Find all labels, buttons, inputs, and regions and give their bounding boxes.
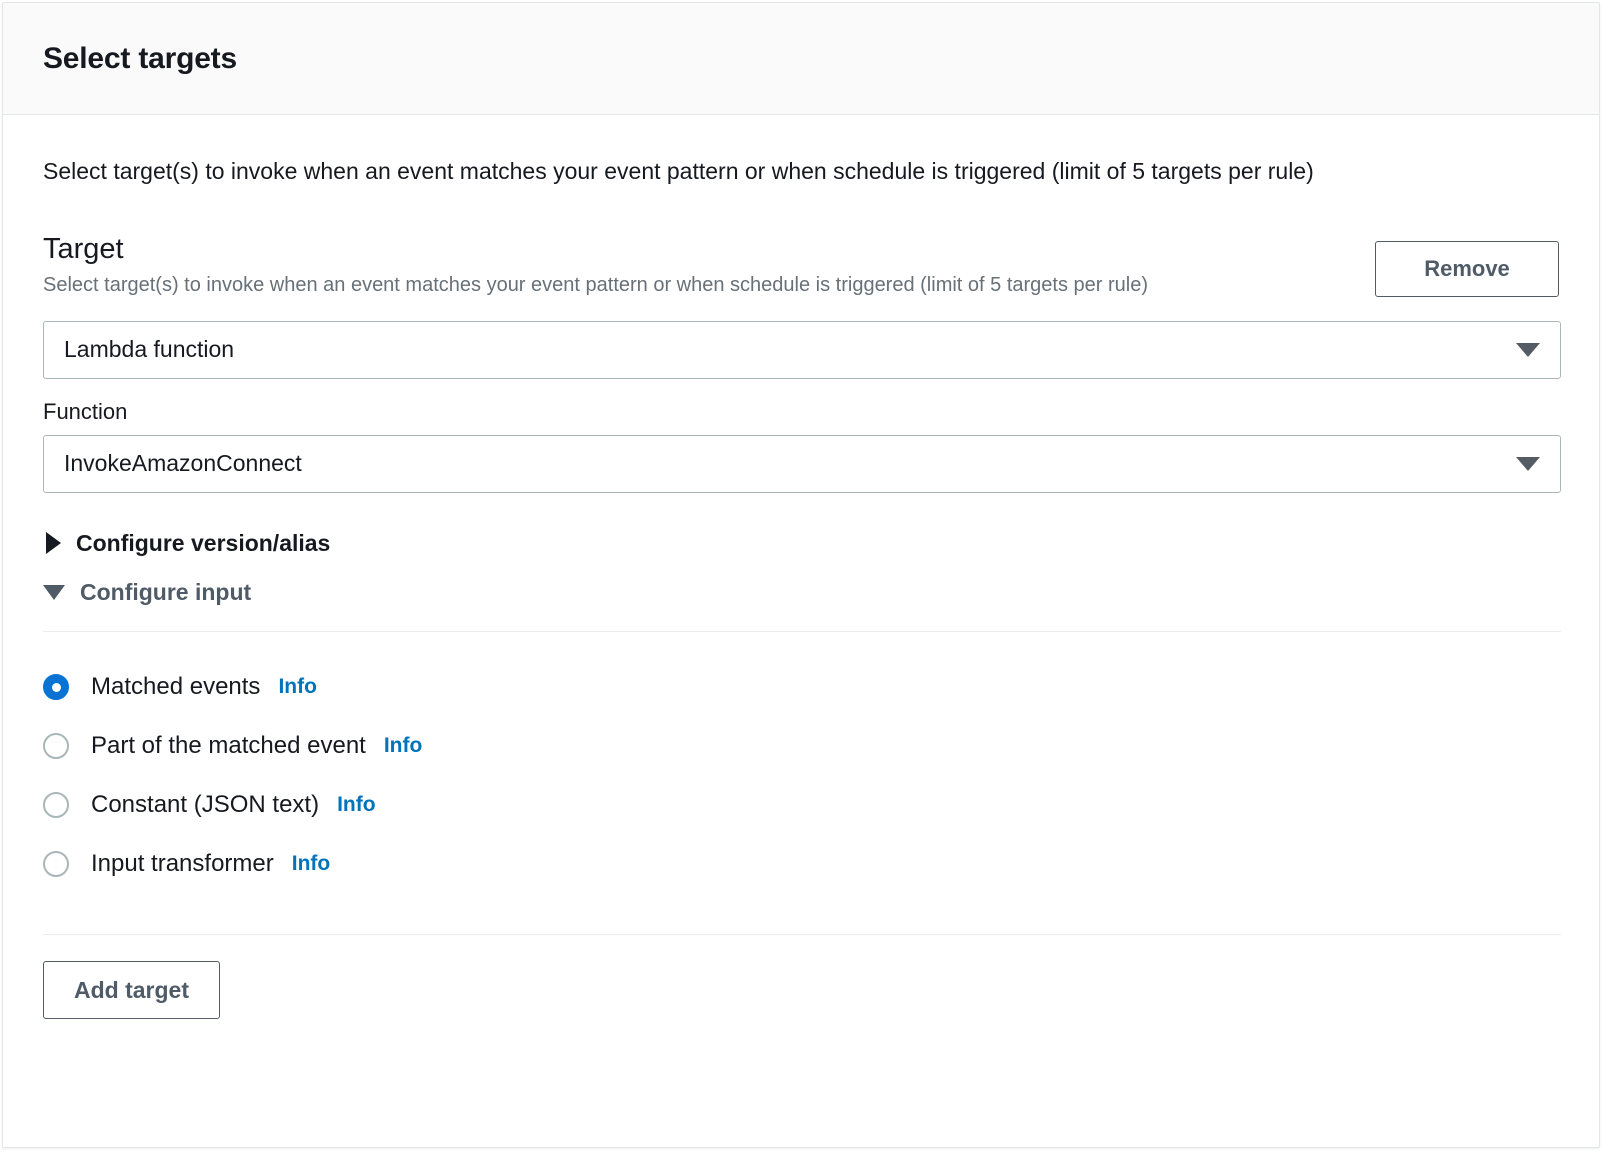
target-heading: Target bbox=[43, 233, 124, 266]
radio-label: Part of the matched event bbox=[91, 732, 366, 760]
add-target-row: Add target bbox=[43, 935, 1559, 1019]
configure-input-toggle[interactable]: Configure input bbox=[43, 572, 1559, 613]
info-link[interactable]: Info bbox=[292, 852, 330, 876]
radio-indicator[interactable] bbox=[43, 674, 69, 701]
target-type-select[interactable]: Lambda function bbox=[43, 320, 1561, 379]
info-link[interactable]: Info bbox=[278, 675, 316, 699]
radio-option-input-transformer[interactable]: Input transformer Info bbox=[43, 835, 1559, 894]
input-options-radio-group: Matched events Info Part of the matched … bbox=[43, 658, 1559, 894]
configure-input-divider bbox=[43, 630, 1561, 632]
configure-version-alias-toggle[interactable]: Configure version/alias bbox=[43, 523, 1559, 564]
triangle-down-icon bbox=[43, 584, 65, 600]
configure-input-label: Configure input bbox=[80, 578, 252, 605]
radio-label: Constant (JSON text) bbox=[91, 791, 320, 819]
target-description: Select target(s) to invoke when an event… bbox=[43, 274, 1148, 297]
chevron-down-icon bbox=[1516, 342, 1540, 357]
card-header: Select targets bbox=[3, 3, 1599, 115]
page-title: Select targets bbox=[43, 41, 237, 75]
radio-indicator[interactable] bbox=[43, 733, 69, 760]
target-header-row: Target Select target(s) to invoke when a… bbox=[43, 233, 1559, 300]
target-header-text: Target Select target(s) to invoke when a… bbox=[43, 233, 1148, 300]
intro-description: Select target(s) to invoke when an event… bbox=[43, 158, 1314, 184]
radio-indicator[interactable] bbox=[43, 792, 69, 819]
target-type-field: Lambda function bbox=[43, 320, 1561, 379]
info-link[interactable]: Info bbox=[337, 793, 375, 817]
target-type-value: Lambda function bbox=[64, 336, 235, 363]
function-label: Function bbox=[43, 398, 128, 424]
select-targets-card: Select targets Select target(s) to invok… bbox=[2, 2, 1600, 1148]
add-target-button[interactable]: Add target bbox=[43, 960, 220, 1019]
triangle-right-icon bbox=[46, 532, 61, 555]
remove-button[interactable]: Remove bbox=[1375, 241, 1559, 298]
radio-option-constant-json-text[interactable]: Constant (JSON text) Info bbox=[43, 776, 1559, 835]
radio-indicator[interactable] bbox=[43, 851, 69, 878]
configure-version-alias-label: Configure version/alias bbox=[76, 529, 331, 556]
function-value: InvokeAmazonConnect bbox=[64, 450, 302, 477]
select-targets-screen: Select targets Select target(s) to invok… bbox=[0, 0, 1602, 1154]
card-body: Select target(s) to invoke when an event… bbox=[3, 115, 1599, 1019]
chevron-down-icon bbox=[1516, 456, 1540, 471]
radio-option-part-of-matched-event[interactable]: Part of the matched event Info bbox=[43, 717, 1559, 776]
info-link[interactable]: Info bbox=[384, 734, 422, 758]
radio-label: Input transformer bbox=[91, 850, 274, 878]
function-field: Function InvokeAmazonConnect bbox=[43, 398, 1561, 493]
radio-option-matched-events[interactable]: Matched events Info bbox=[43, 658, 1559, 717]
radio-label: Matched events bbox=[91, 673, 261, 701]
function-select[interactable]: InvokeAmazonConnect bbox=[43, 434, 1561, 493]
